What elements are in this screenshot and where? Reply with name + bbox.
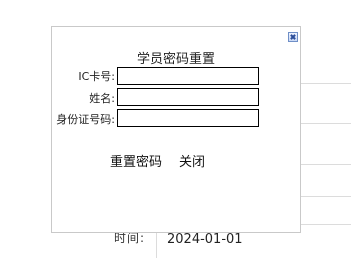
name-input[interactable] (117, 88, 259, 106)
reset-password-dialog: 学员密码重置 IC卡号: 姓名: 身份证号码: 重置密码 关闭 (51, 26, 301, 233)
ic-card-input[interactable] (117, 67, 259, 85)
time-value: 2024-01-01 (167, 232, 243, 247)
close-icon[interactable] (288, 32, 298, 42)
close-button[interactable]: 关闭 (179, 151, 205, 170)
id-number-input[interactable] (117, 109, 259, 127)
name-label: 姓名: (89, 92, 115, 105)
ic-card-label: IC卡号: (78, 70, 115, 83)
dialog-title: 学员密码重置 (136, 52, 215, 67)
reset-password-button[interactable]: 重置密码 (110, 151, 162, 170)
id-number-label: 身份证号码: (56, 113, 115, 126)
